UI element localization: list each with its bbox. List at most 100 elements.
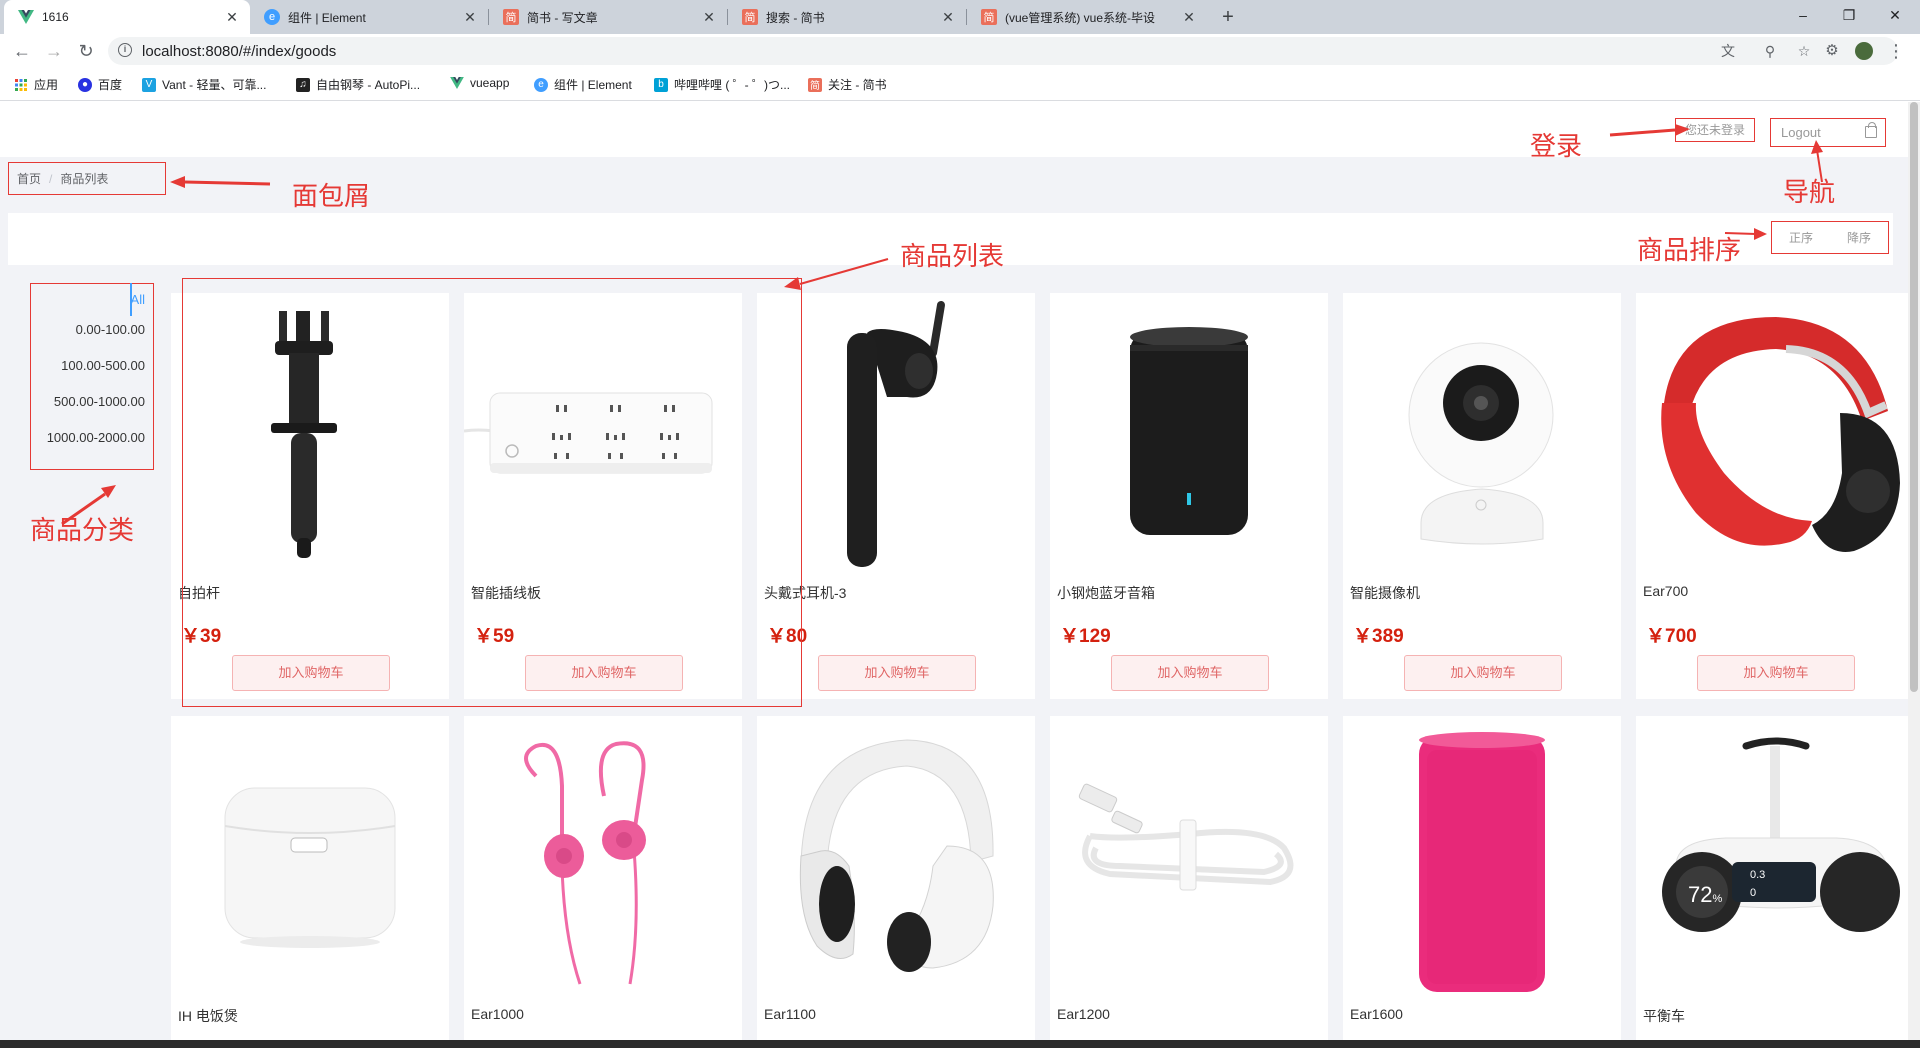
product-image[interactable] (757, 293, 1035, 571)
product-image[interactable] (1050, 716, 1328, 994)
bookmark-vueapp[interactable]: vueapp (450, 76, 509, 90)
product-image[interactable] (464, 293, 742, 571)
window-close-icon[interactable]: ✕ (1872, 0, 1918, 30)
os-taskbar (0, 1040, 1920, 1048)
sort-desc-button[interactable]: 降序 (1847, 229, 1871, 246)
product-image[interactable] (1636, 293, 1908, 571)
menu-icon[interactable]: ⋮ (1884, 39, 1908, 63)
shopping-bag-icon[interactable] (1865, 122, 1877, 138)
product-card[interactable]: Ear1600 (1343, 716, 1621, 1040)
scrollbar-thumb[interactable] (1910, 102, 1918, 692)
vue-logo-icon (18, 9, 34, 25)
add-to-cart-button[interactable]: 加入购物车 (525, 655, 683, 691)
selfie-stick-image (271, 311, 337, 558)
star-icon[interactable]: ☆ (1794, 41, 1814, 61)
close-icon[interactable]: ✕ (1179, 9, 1199, 26)
new-tab-button[interactable]: + (1215, 4, 1241, 30)
bookmark-vant[interactable]: V Vant - 轻量、可靠... (142, 76, 266, 93)
close-icon[interactable]: ✕ (222, 9, 242, 26)
bookmark-baidu[interactable]: ● 百度 (78, 76, 122, 93)
add-to-cart-button[interactable]: 加入购物车 (1111, 655, 1269, 691)
product-name: 平衡车 (1643, 1008, 1685, 1024)
bookmark-element[interactable]: e 组件 | Element (534, 76, 632, 93)
product-card[interactable]: 72% 0.3 0 平衡车 (1636, 716, 1908, 1040)
translate-icon[interactable]: 文 (1718, 41, 1738, 61)
tab-jianshu-write[interactable]: 简 简书 - 写文章 ✕ (489, 0, 727, 34)
bookmark-jianshu[interactable]: 简 关注 - 简书 (808, 76, 887, 93)
annotation-sort: 商品排序 (1637, 235, 1742, 265)
address-bar[interactable]: i localhost:8080/#/index/goods 文 ⚲ ☆ (108, 37, 1898, 65)
product-price: ￥129 (1060, 626, 1111, 647)
product-card[interactable]: Ear700 ￥700 加入购物车 (1636, 293, 1908, 699)
tab-element[interactable]: e 组件 | Element ✕ (250, 0, 488, 34)
product-card[interactable]: IH 电饭煲 (171, 716, 449, 1040)
product-image[interactable] (464, 716, 742, 994)
product-name: 头戴式耳机-3 (764, 585, 847, 601)
site-info-icon[interactable]: i (118, 43, 132, 57)
category-item-1000-2000[interactable]: 1000.00-2000.00 (47, 430, 145, 445)
address-url[interactable]: localhost:8080/#/index/goods (142, 43, 336, 60)
close-icon[interactable]: ✕ (938, 9, 958, 26)
product-image[interactable] (1050, 293, 1328, 571)
category-filter: All 0.00-100.00 100.00-500.00 500.00-100… (30, 283, 154, 470)
product-name: 智能插线板 (471, 585, 541, 601)
product-name: Ear1200 (1057, 1006, 1110, 1022)
bookmark-autopiano[interactable]: ♫ 自由钢琴 - AutoPi... (296, 76, 420, 93)
product-image[interactable] (171, 716, 449, 994)
add-to-cart-button[interactable]: 加入购物车 (232, 655, 390, 691)
profile-avatar[interactable] (1852, 39, 1876, 63)
bookmark-bilibili[interactable]: b 哔哩哔哩 ( ゜- ゜)つ... (654, 76, 790, 93)
product-image[interactable] (757, 716, 1035, 994)
product-card[interactable]: 智能插线板 ￥59 加入购物车 (464, 293, 742, 699)
extensions-icon[interactable]: ⚙ (1820, 39, 1844, 63)
product-card[interactable]: 头戴式耳机-3 ￥80 加入购物车 (757, 293, 1035, 699)
bookmarks-bar: 应用 ● 百度 V Vant - 轻量、可靠... ♫ 自由钢琴 - AutoP… (0, 68, 1920, 101)
sort-controls: 正序 降序 (1771, 221, 1889, 254)
minimize-icon[interactable]: – (1780, 0, 1826, 30)
bookmark-apps[interactable]: 应用 (14, 76, 58, 93)
login-status[interactable]: 您还未登录 (1675, 118, 1755, 142)
zoom-icon[interactable]: ⚲ (1760, 41, 1780, 61)
add-to-cart-button[interactable]: 加入购物车 (818, 655, 976, 691)
product-card[interactable]: Ear1000 (464, 716, 742, 1040)
product-name: 自拍杆 (178, 585, 220, 601)
product-card[interactable]: 智能摄像机 ￥389 加入购物车 (1343, 293, 1621, 699)
category-item-all[interactable]: All (131, 292, 145, 307)
add-to-cart-button[interactable]: 加入购物车 (1404, 655, 1562, 691)
element-logo-icon: e (534, 77, 548, 92)
product-image[interactable]: 72% 0.3 0 (1636, 716, 1908, 994)
add-to-cart-button[interactable]: 加入购物车 (1697, 655, 1855, 691)
tab-1616[interactable]: 1616 ✕ (4, 0, 250, 34)
product-image[interactable] (1343, 293, 1621, 571)
breadcrumb-separator: / (49, 171, 53, 186)
breadcrumb-home[interactable]: 首页 (17, 170, 41, 187)
category-item-0-100[interactable]: 0.00-100.00 (76, 322, 145, 337)
product-name: IH 电饭煲 (178, 1008, 238, 1024)
sort-asc-button[interactable]: 正序 (1789, 229, 1813, 246)
product-card[interactable]: Ear1100 (757, 716, 1035, 1040)
annotation-login: 登录 (1530, 131, 1583, 161)
product-image[interactable] (1343, 716, 1621, 994)
tab-jianshu-search[interactable]: 简 搜索 - 简书 ✕ (728, 0, 966, 34)
rice-cooker-image (224, 787, 396, 948)
baidu-paw-icon: ● (78, 77, 92, 92)
bilibili-logo-icon: b (654, 77, 668, 92)
forward-icon[interactable]: → (42, 39, 66, 63)
category-item-100-500[interactable]: 100.00-500.00 (61, 358, 145, 373)
scooter-display-value-a: 0.3 (1750, 869, 1765, 881)
scooter-display-unit: % (1712, 893, 1722, 905)
product-card[interactable]: 小钢炮蓝牙音箱 ￥129 加入购物车 (1050, 293, 1328, 699)
page-scrollbar[interactable] (1908, 102, 1920, 1040)
logout-dropdown[interactable]: Logout (1770, 118, 1886, 147)
product-card[interactable]: Ear1200 (1050, 716, 1328, 1040)
restore-icon[interactable]: ❐ (1826, 0, 1872, 30)
close-icon[interactable]: ✕ (460, 9, 480, 26)
product-card[interactable]: 自拍杆 ￥39 加入购物车 (171, 293, 449, 699)
back-icon[interactable]: ← (10, 39, 34, 63)
category-item-500-1000[interactable]: 500.00-1000.00 (54, 394, 145, 409)
product-price: ￥59 (474, 626, 515, 647)
tab-vue-admin[interactable]: 简 (vue管理系统) vue系统-毕设 ✕ (967, 0, 1207, 34)
product-image[interactable] (171, 293, 449, 571)
reload-icon[interactable]: ↻ (74, 39, 98, 63)
close-icon[interactable]: ✕ (699, 9, 719, 26)
